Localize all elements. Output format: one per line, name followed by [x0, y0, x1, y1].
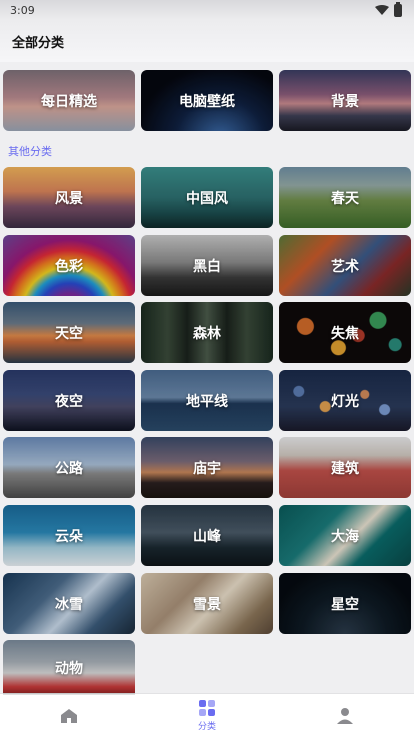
category-label: 每日精选: [41, 93, 97, 110]
category-label: 大海: [331, 528, 359, 545]
section-label: 其他分类: [8, 145, 52, 158]
category-tile-night-sky[interactable]: 夜空: [3, 370, 135, 431]
category-tile-black-white[interactable]: 黑白: [141, 235, 273, 296]
category-label: 艺术: [331, 258, 359, 275]
category-label: 春天: [331, 190, 359, 207]
page-title: 全部分类: [12, 35, 65, 51]
category-label: 冰雪: [55, 596, 83, 613]
category-tile-ice-snow[interactable]: 冰雪: [3, 573, 135, 634]
category-label: 电脑壁纸: [179, 93, 235, 110]
category-label: 地平线: [186, 393, 228, 410]
category-label: 色彩: [55, 258, 83, 275]
category-tile-chinese-style[interactable]: 中国风: [141, 167, 273, 228]
category-tile-desktop[interactable]: 电脑壁纸: [141, 70, 273, 131]
category-tile-horizon[interactable]: 地平线: [141, 370, 273, 431]
category-tile-mountain[interactable]: 山峰: [141, 505, 273, 566]
category-tile-spring[interactable]: 春天: [279, 167, 411, 228]
person-icon: [337, 707, 353, 724]
grid-icon: [199, 700, 215, 716]
category-label: 黑白: [193, 258, 221, 275]
category-tile-snow-scene[interactable]: 雪景: [141, 573, 273, 634]
category-tile-temple[interactable]: 庙宇: [141, 437, 273, 498]
category-label: 背景: [331, 93, 359, 110]
bottom-tab-bar: 分类: [0, 693, 414, 737]
status-bar: 3:09: [0, 0, 414, 20]
category-tile-lights[interactable]: 灯光: [279, 370, 411, 431]
category-tile-animals[interactable]: 动物: [3, 640, 135, 695]
category-tile-sky[interactable]: 天空: [3, 302, 135, 363]
category-label: 中国风: [186, 190, 228, 207]
wifi-icon: [375, 5, 389, 15]
category-tile-daily[interactable]: 每日精选: [3, 70, 135, 131]
category-label: 灯光: [331, 393, 359, 410]
category-label: 风景: [55, 190, 83, 207]
category-label: 庙宇: [193, 460, 221, 477]
category-tile-bokeh[interactable]: 失焦: [279, 302, 411, 363]
header: 全部分类: [0, 20, 414, 62]
category-label: 夜空: [55, 393, 83, 410]
category-label: 天空: [55, 325, 83, 342]
category-tile-architecture[interactable]: 建筑: [279, 437, 411, 498]
category-tile-sea[interactable]: 大海: [279, 505, 411, 566]
category-tile-road[interactable]: 公路: [3, 437, 135, 498]
status-time: 3:09: [10, 3, 35, 17]
category-tile-scenery[interactable]: 风景: [3, 167, 135, 228]
category-tile-colors[interactable]: 色彩: [3, 235, 135, 296]
tab-profile[interactable]: [276, 694, 414, 737]
category-tile-clouds[interactable]: 云朵: [3, 505, 135, 566]
category-label: 失焦: [331, 325, 359, 342]
category-label: 山峰: [193, 528, 221, 545]
category-label: 星空: [331, 596, 359, 613]
tab-label: 分类: [197, 722, 216, 732]
tab-categories[interactable]: 分类: [138, 694, 276, 737]
tab-home[interactable]: [0, 694, 138, 737]
category-label: 动物: [55, 660, 83, 677]
category-label: 雪景: [193, 596, 221, 613]
category-tile-starry-sky[interactable]: 星空: [279, 573, 411, 634]
category-label: 建筑: [331, 460, 359, 477]
category-label: 公路: [55, 460, 83, 477]
category-tile-forest[interactable]: 森林: [141, 302, 273, 363]
home-icon: [61, 708, 77, 723]
category-label: 云朵: [55, 528, 83, 545]
category-tile-art[interactable]: 艺术: [279, 235, 411, 296]
category-tile-background[interactable]: 背景: [279, 70, 411, 131]
category-label: 森林: [193, 325, 221, 342]
battery-icon: [394, 1, 402, 17]
